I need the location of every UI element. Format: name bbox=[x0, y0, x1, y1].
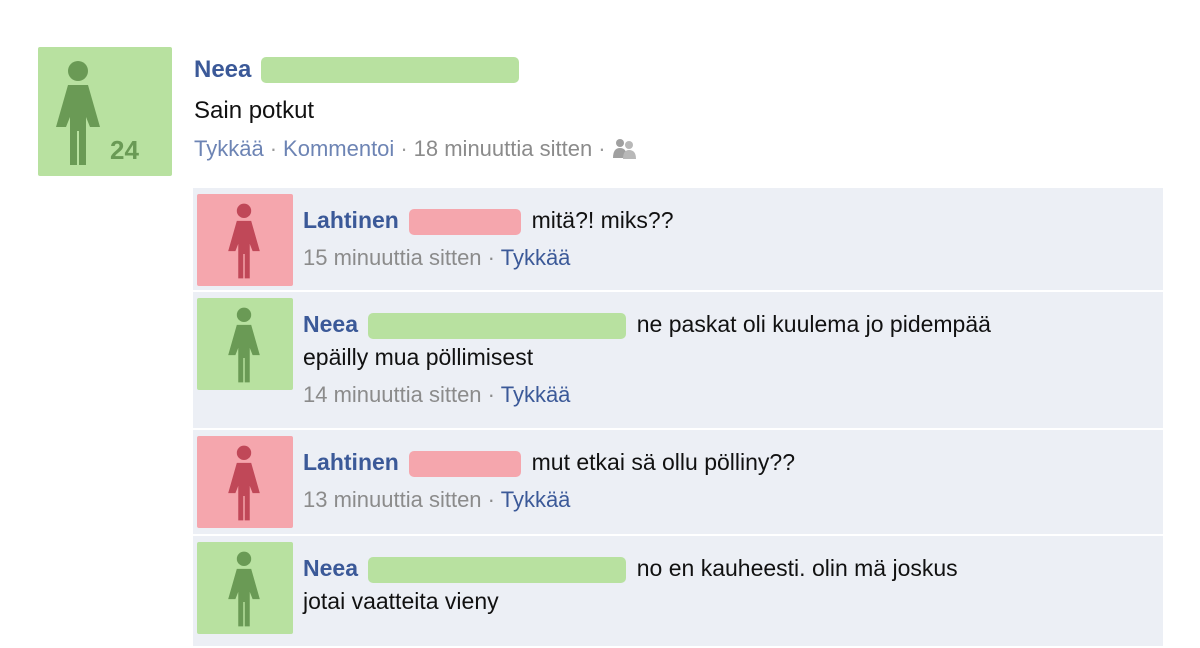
redacted-surname bbox=[409, 208, 522, 235]
post-text: Sain potkut bbox=[194, 97, 315, 124]
comment-item: Neea ne paskat oli kuulema jo pidempää e… bbox=[193, 292, 1163, 430]
comment-text: ne paskat oli kuulema jo pidempää bbox=[636, 311, 991, 337]
female-figure-icon bbox=[228, 551, 260, 627]
redacted-surname bbox=[368, 556, 627, 583]
separator: · bbox=[487, 245, 495, 270]
comment-author[interactable]: Lahtinen bbox=[303, 207, 399, 233]
female-figure-icon bbox=[228, 445, 260, 521]
redacted-surname bbox=[368, 312, 627, 339]
comment-text: epäilly mua pöllimisest bbox=[303, 344, 534, 370]
separator: · bbox=[400, 136, 408, 161]
like-link[interactable]: Tykkää bbox=[194, 136, 264, 162]
age-badge: 24 bbox=[110, 135, 139, 165]
post-author-name[interactable]: Neea bbox=[194, 56, 251, 84]
post-timestamp[interactable]: 18 minuuttia sitten bbox=[414, 136, 593, 162]
redacted-surname bbox=[409, 450, 522, 477]
separator: · bbox=[487, 382, 495, 407]
female-figure-icon bbox=[228, 307, 260, 383]
separator: · bbox=[487, 487, 495, 512]
separator: · bbox=[598, 136, 606, 161]
comment-like-link[interactable]: Tykkää bbox=[501, 382, 571, 407]
comment-author[interactable]: Neea bbox=[303, 311, 358, 337]
comment-avatar[interactable] bbox=[197, 298, 293, 390]
comment-text: jotai vaatteita vieny bbox=[303, 588, 499, 614]
separator: · bbox=[269, 136, 278, 161]
comment-text: mitä?! miks?? bbox=[531, 207, 674, 233]
comment-avatar[interactable] bbox=[197, 436, 293, 528]
redacted-surname bbox=[261, 57, 520, 83]
status-post: Neea Sain potkut Tykkää · Kommentoi · 18… bbox=[194, 54, 1154, 162]
comment-text: no en kauheesti. olin mä joskus bbox=[636, 555, 958, 581]
comment-time[interactable]: 14 minuuttia sitten bbox=[303, 382, 482, 407]
post-author-avatar[interactable]: 24 bbox=[38, 47, 172, 176]
comment-item: Neea no en kauheesti. olin mä joskus jot… bbox=[193, 536, 1163, 648]
post-meta: Tykkää · Kommentoi · 18 minuuttia sitten… bbox=[194, 136, 1154, 162]
comment-time[interactable]: 13 minuuttia sitten bbox=[303, 487, 482, 512]
comment-text: mut etkai sä ollu pölliny?? bbox=[531, 449, 795, 475]
comment-item: Lahtinen mitä?! miks?? 15 minuuttia sitt… bbox=[193, 188, 1163, 292]
friends-icon[interactable] bbox=[612, 138, 638, 160]
comment-like-link[interactable]: Tykkää bbox=[501, 487, 571, 512]
comment-list: Lahtinen mitä?! miks?? 15 minuuttia sitt… bbox=[193, 188, 1163, 648]
comment-avatar[interactable] bbox=[197, 194, 293, 286]
comment-avatar[interactable] bbox=[197, 542, 293, 634]
comment-time[interactable]: 15 minuuttia sitten bbox=[303, 245, 482, 270]
comment-item: Lahtinen mut etkai sä ollu pölliny?? 13 … bbox=[193, 430, 1163, 536]
comment-author[interactable]: Lahtinen bbox=[303, 449, 399, 475]
comment-author[interactable]: Neea bbox=[303, 555, 358, 581]
comment-link[interactable]: Kommentoi bbox=[283, 136, 394, 162]
female-figure-icon bbox=[228, 203, 260, 279]
female-figure-icon bbox=[56, 61, 100, 165]
comment-like-link[interactable]: Tykkää bbox=[501, 245, 571, 270]
